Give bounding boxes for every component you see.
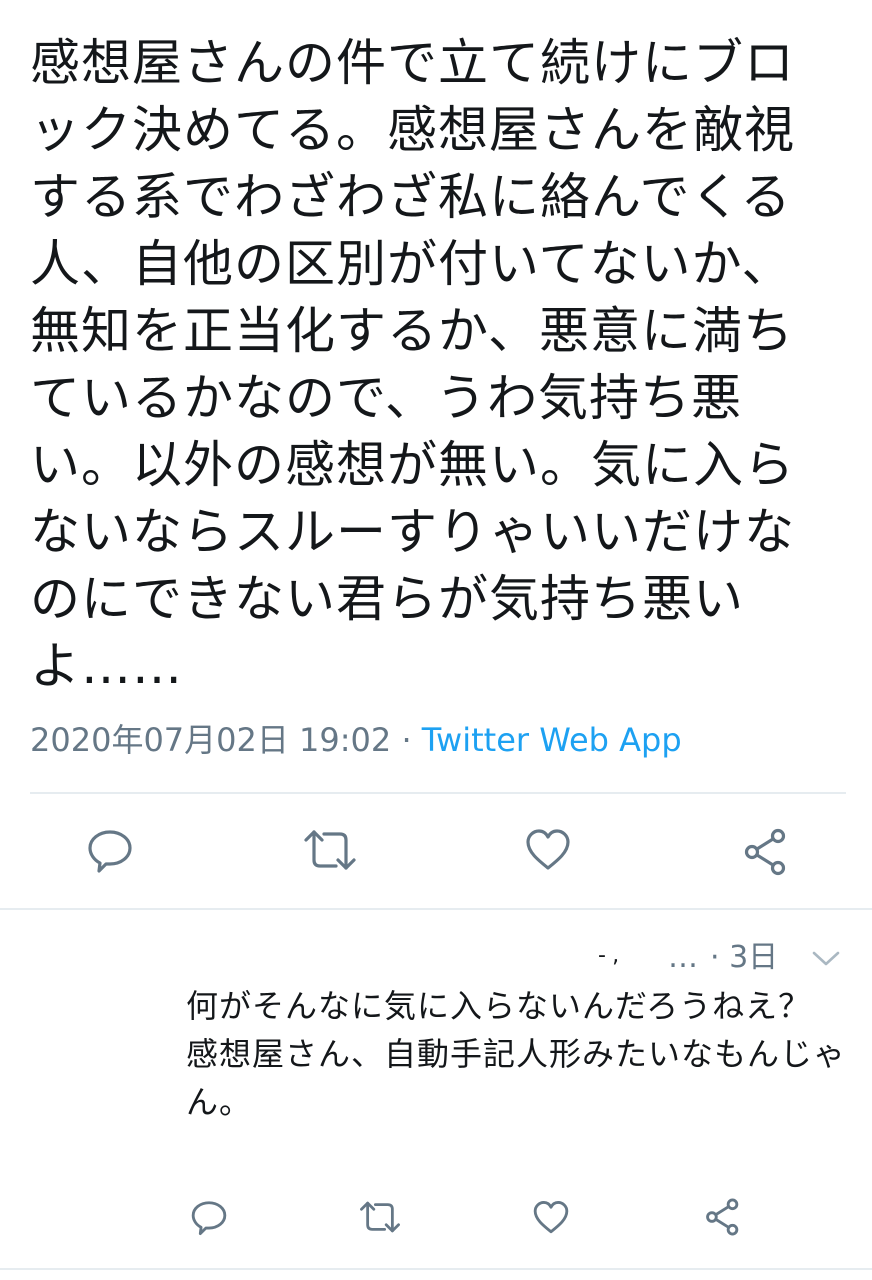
section-divider (0, 908, 872, 910)
reply-menu-button[interactable] (808, 944, 844, 972)
reply-time: 3日 (729, 940, 779, 975)
reply-text: 何がそんなに気に入らないんだろうねえ？ 感想屋さん、自動手記人形みたいなもんじゃ… (186, 987, 847, 1121)
reply-bubble-icon (88, 830, 132, 873)
reply-action-bar (0, 1192, 872, 1252)
share-icon (706, 1198, 739, 1236)
reply-button[interactable] (86, 826, 134, 874)
bottom-divider (0, 1268, 872, 1270)
reply-share-button[interactable] (704, 1198, 742, 1236)
reply-like-button[interactable] (532, 1200, 570, 1235)
reply-reply-button[interactable] (190, 1198, 228, 1236)
heart-icon (533, 1201, 569, 1234)
retweet-button[interactable] (302, 828, 358, 872)
reply-retweet-button[interactable] (358, 1200, 402, 1234)
tweet-text: 感想屋さんの件で立て続けにブロック決めてる。感想屋さんを敵視する系でわざわざ私に… (30, 34, 795, 695)
retweet-icon (360, 1201, 400, 1233)
tweet-timestamp[interactable]: 2020年07月02日 19:02 (30, 721, 391, 759)
reply-author-handle[interactable]: -‚ (598, 934, 625, 978)
meta-divider (30, 792, 846, 794)
chevron-down-icon (812, 951, 840, 966)
share-icon (744, 828, 786, 876)
tweet-source-link[interactable]: Twitter Web App (422, 721, 682, 759)
tweet-action-bar (0, 820, 872, 880)
retweet-icon (304, 830, 356, 870)
reply-author-ellipsis: … (668, 940, 698, 975)
reply-timestamp[interactable]: · 3日 (710, 936, 778, 980)
like-button[interactable] (524, 828, 572, 872)
meta-separator: · (401, 721, 412, 759)
reply-separator: · (710, 940, 720, 975)
heart-icon (526, 829, 570, 870)
tweet-meta: 2020年07月02日 19:02 · Twitter Web App (30, 716, 682, 764)
share-button[interactable] (742, 828, 790, 876)
reply-bubble-icon (191, 1201, 227, 1236)
